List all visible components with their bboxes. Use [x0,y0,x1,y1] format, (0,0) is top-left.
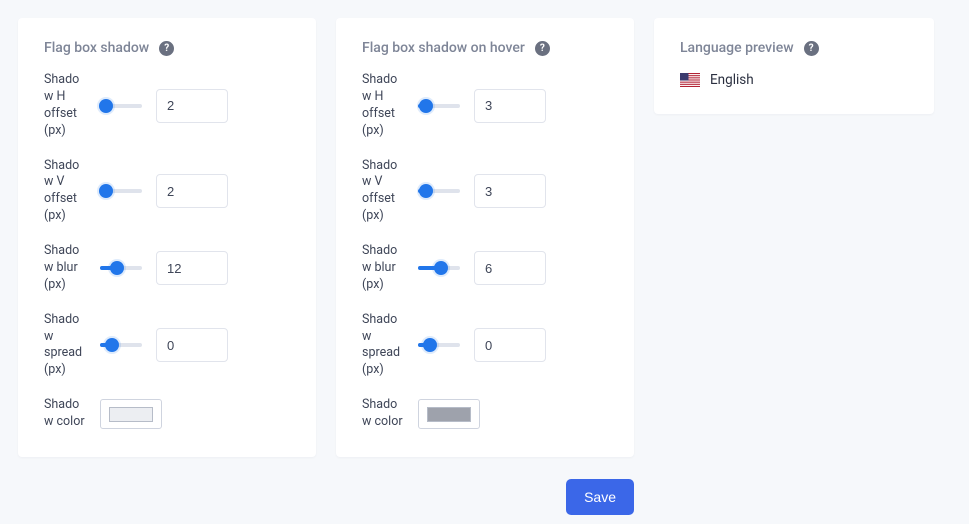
help-icon[interactable]: ? [804,41,819,56]
shadow-color-picker[interactable] [100,399,162,429]
flag-shadow-panel: Flag box shadow ? Shadow H offset (px) S… [18,18,316,457]
actions-row: Save [18,479,634,515]
shadow-v-row: Shadow V offset (px) [44,158,290,226]
language-item[interactable]: English [680,72,908,88]
shadow-spread-label: Shadow spread (px) [362,312,404,380]
shadow-spread-row: Shadow spread (px) [362,312,608,380]
panel-title: Flag box shadow [44,40,149,56]
shadow-v-input[interactable] [156,174,228,208]
language-name: English [710,72,754,88]
shadow-h-row: Shadow H offset (px) [44,72,290,140]
shadow-h-label: Shadow H offset (px) [44,72,86,140]
shadow-color-row: Shadow color [362,397,608,431]
panel-title: Language preview [680,40,794,56]
help-icon[interactable]: ? [159,41,174,56]
shadow-blur-label: Shadow blur (px) [362,243,404,294]
panel-header: Flag box shadow on hover ? [362,40,608,56]
shadow-v-input[interactable] [474,174,546,208]
shadow-spread-row: Shadow spread (px) [44,312,290,380]
shadow-spread-slider[interactable] [100,340,142,350]
shadow-v-row: Shadow V offset (px) [362,158,608,226]
shadow-blur-input[interactable] [156,251,228,285]
shadow-blur-input[interactable] [474,251,546,285]
shadow-blur-label: Shadow blur (px) [44,243,86,294]
shadow-spread-slider[interactable] [418,340,460,350]
shadow-color-label: Shadow color [362,397,404,431]
shadow-h-input[interactable] [156,89,228,123]
shadow-h-label: Shadow H offset (px) [362,72,404,140]
flag-us-icon [680,73,700,87]
shadow-v-label: Shadow V offset (px) [44,158,86,226]
panel-title: Flag box shadow on hover [362,40,525,56]
shadow-blur-row: Shadow blur (px) [362,243,608,294]
panel-header: Flag box shadow ? [44,40,290,56]
language-preview-panel: Language preview ? English [654,18,934,114]
shadow-h-input[interactable] [474,89,546,123]
save-button[interactable]: Save [566,479,634,515]
shadow-v-slider[interactable] [418,186,460,196]
help-icon[interactable]: ? [535,41,550,56]
shadow-blur-slider[interactable] [418,263,460,273]
shadow-blur-row: Shadow blur (px) [44,243,290,294]
shadow-h-row: Shadow H offset (px) [362,72,608,140]
shadow-spread-label: Shadow spread (px) [44,312,86,380]
panel-header: Language preview ? [680,40,908,56]
shadow-h-slider[interactable] [418,101,460,111]
shadow-color-row: Shadow color [44,397,290,431]
shadow-h-slider[interactable] [100,101,142,111]
shadow-spread-input[interactable] [474,328,546,362]
shadow-blur-slider[interactable] [100,263,142,273]
shadow-spread-input[interactable] [156,328,228,362]
shadow-v-label: Shadow V offset (px) [362,158,404,226]
shadow-color-label: Shadow color [44,397,86,431]
shadow-v-slider[interactable] [100,186,142,196]
shadow-color-picker[interactable] [418,399,480,429]
flag-shadow-hover-panel: Flag box shadow on hover ? Shadow H offs… [336,18,634,457]
